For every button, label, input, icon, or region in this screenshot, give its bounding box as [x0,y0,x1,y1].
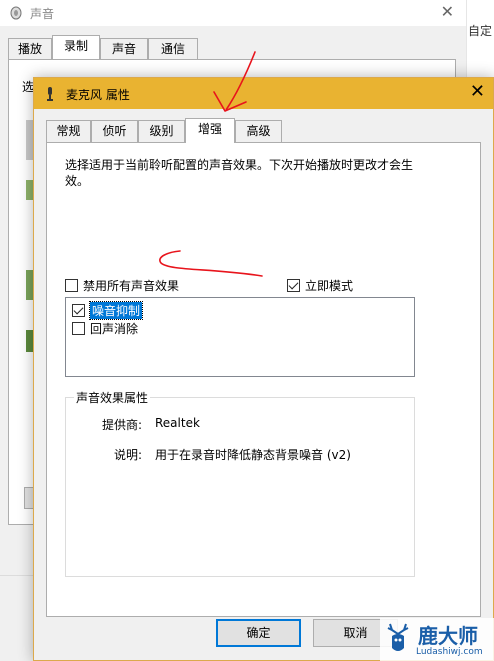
microphone-properties-dialog: 麦克风 属性 ✕ 常规 侦听 级别 增强 高级 选择适用于当前聆听配置的声音效果… [33,77,494,661]
deer-logo-icon [387,623,409,651]
tab-general[interactable]: 常规 [46,120,91,142]
immediate-mode-label: 立即模式 [305,279,354,293]
tab-recording[interactable]: 录制 [52,35,100,60]
tab-communications[interactable]: 通信 [148,38,198,60]
sound-window-titlebar: 声音 ✕ [0,0,466,26]
tab-listen[interactable]: 侦听 [91,120,138,142]
description-label: 说明: [113,448,142,462]
enhancements-description: 选择适用于当前聆听配置的声音效果。下次开始播放时更改才会生效。 [65,158,414,188]
noise-suppression-label[interactable]: 噪音抑制 [88,301,144,320]
provider-label: 提供商: [101,418,142,432]
tab-playback[interactable]: 播放 [8,38,52,60]
watermark: 鹿大师 Ludashiwj.com [380,618,494,661]
description-value: 用于在录音时降低静态背景噪音 (v2) [155,448,351,462]
sound-window-title: 声音 [30,7,55,21]
tab-sounds[interactable]: 声音 [100,38,148,60]
disable-all-effects-checkbox[interactable] [65,279,78,292]
disable-all-effects-option[interactable]: 禁用所有声音效果 [65,277,179,294]
ok-button[interactable]: 确定 [216,619,301,647]
effects-list[interactable]: 噪音抑制 回声消除 [65,297,415,377]
tab-advanced[interactable]: 高级 [235,120,282,142]
tab-enhancements[interactable]: 增强 [185,118,235,143]
speaker-icon [10,6,22,20]
immediate-mode-option[interactable]: 立即模式 [287,277,353,294]
watermark-url: Ludashiwj.com [416,647,483,657]
watermark-brand: 鹿大师 [418,624,478,648]
echo-cancellation-checkbox[interactable] [72,322,85,335]
effect-properties-title: 声音效果属性 [74,389,151,406]
provider-value: Realtek [155,416,200,430]
dialog-title: 麦克风 属性 [66,88,130,102]
dialog-titlebar[interactable]: 麦克风 属性 ✕ [34,78,493,109]
echo-cancellation-label[interactable]: 回声消除 [90,320,138,337]
microphone-icon [47,87,53,101]
disable-all-effects-label: 禁用所有声音效果 [83,279,180,293]
noise-suppression-checkbox[interactable] [72,304,85,317]
close-icon[interactable]: ✕ [441,2,454,21]
immediate-mode-checkbox[interactable] [287,279,300,292]
background-app-text: 自定 [468,24,493,38]
tab-levels[interactable]: 级别 [138,120,185,142]
list-item[interactable]: 回声消除 [72,320,138,337]
list-item[interactable]: 噪音抑制 [72,301,144,320]
close-icon[interactable]: ✕ [470,82,485,102]
effect-properties-group: 声音效果属性 提供商: Realtek 说明: 用于在录音时降低静态背景噪音 (… [65,389,415,577]
enhancements-panel: 选择适用于当前聆听配置的声音效果。下次开始播放时更改才会生效。 禁用所有声音效果… [46,142,481,617]
